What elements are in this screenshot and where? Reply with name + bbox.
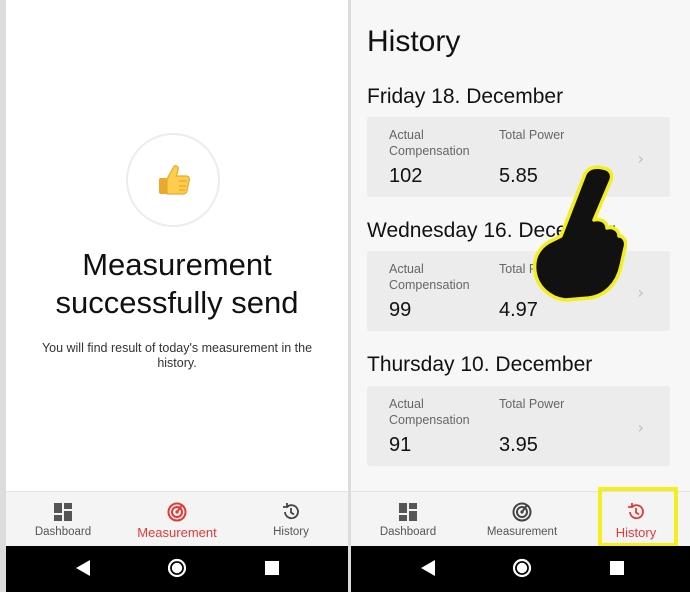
measurement-icon (512, 502, 532, 522)
actual-compensation-label: Actual Compensation (389, 262, 470, 292)
total-power-label: Total Power (499, 128, 565, 142)
total-power-label: Total Power (499, 397, 565, 411)
back-icon[interactable] (419, 558, 437, 583)
actual-compensation-value: 102 (389, 165, 423, 187)
total-power-value: 3.95 (499, 434, 538, 456)
dashboard-icon (399, 502, 417, 522)
pointing-hand-icon (527, 162, 628, 315)
nav-measurement[interactable]: Measurement (120, 492, 234, 546)
nav-dashboard-label: Dashboard (34, 526, 92, 538)
page-title: History (367, 25, 461, 58)
nav-history-label: History (273, 526, 309, 538)
android-system-bar (351, 546, 690, 592)
nav-dashboard[interactable]: Dashboard (351, 492, 465, 546)
nav-measurement-label: Measurement (137, 525, 217, 540)
actual-compensation-value: 99 (389, 299, 412, 321)
nav-dashboard-label: Dashboard (379, 526, 437, 538)
actual-compensation-value: 91 (389, 434, 412, 456)
recents-icon[interactable] (609, 560, 625, 581)
home-icon[interactable] (512, 558, 532, 583)
back-icon[interactable] (74, 558, 92, 583)
success-title: Measurement successfully send (6, 246, 348, 322)
day-heading: Thursday 10. December (367, 353, 593, 376)
actual-compensation-label: Actual Compensation (389, 397, 470, 427)
android-system-bar (6, 546, 348, 592)
actual-compensation-label: Actual Compensation (389, 128, 470, 158)
success-message: You will find result of today's measurem… (41, 341, 313, 370)
success-badge (126, 133, 220, 227)
nav-history[interactable]: History (234, 492, 348, 546)
chevron-right-icon: › (637, 149, 644, 168)
dashboard-icon (54, 502, 72, 522)
thumbs-up-icon (159, 165, 190, 195)
chevron-right-icon: › (637, 283, 644, 302)
success-title-line-1: Measurement (82, 247, 272, 282)
history-screen: History Friday 18. December Actual Compe… (351, 0, 690, 592)
measurement-success-screen: Measurement successfully send You will f… (6, 0, 348, 592)
day-heading: Friday 18. December (367, 85, 564, 108)
bottom-navigation: Dashboard Measurement History (6, 491, 348, 546)
home-icon[interactable] (167, 558, 187, 583)
history-entry-card[interactable]: Actual Compensation 91 Total Power 3.95 … (367, 386, 670, 466)
history-tab-highlight (598, 487, 678, 547)
nav-dashboard[interactable]: Dashboard (6, 492, 120, 546)
recents-icon[interactable] (264, 560, 280, 581)
chevron-right-icon: › (637, 418, 644, 437)
success-title-line-2: successfully send (55, 285, 299, 320)
history-icon (281, 502, 301, 522)
nav-measurement-label: Measurement (486, 526, 558, 538)
measurement-icon (167, 502, 187, 522)
nav-measurement[interactable]: Measurement (465, 492, 579, 546)
